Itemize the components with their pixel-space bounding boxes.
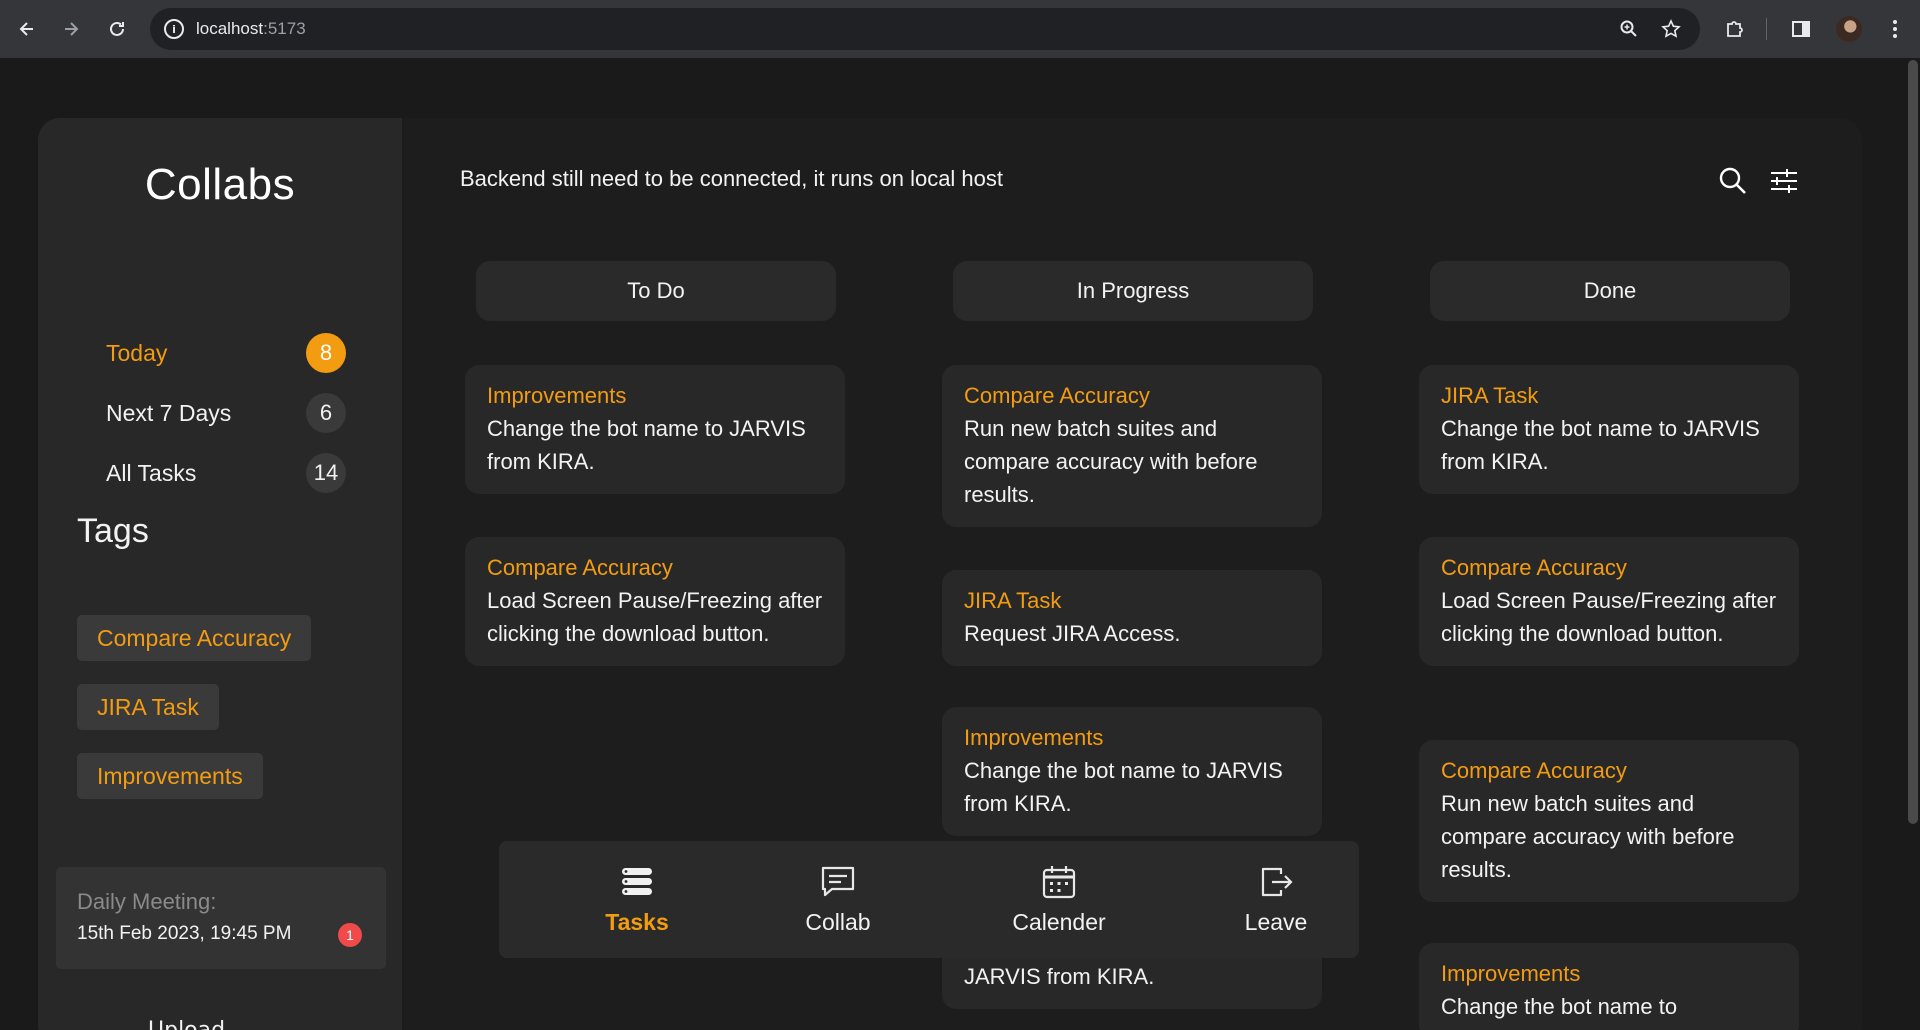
side-panel-button[interactable] [1786, 14, 1816, 44]
forward-button[interactable] [56, 14, 86, 44]
filter-label: Next 7 Days [106, 399, 232, 426]
tag-improvements[interactable]: Improvements [77, 753, 263, 799]
zoom-icon[interactable] [1618, 18, 1640, 40]
bottom-navigation: Tasks Collab Calender Leave [499, 841, 1359, 958]
filter-settings-button[interactable] [1767, 164, 1801, 198]
nav-collab[interactable]: Collab [758, 863, 918, 936]
card-text: Run new batch suites and compare accurac… [1441, 791, 1735, 882]
more-vertical-icon [1893, 20, 1897, 38]
card-text: JARVIS from KIRA. [964, 964, 1155, 989]
card-text: Request JIRA Access. [964, 621, 1181, 646]
card-text: Change the bot name to JARVIS from KIRA. [487, 416, 806, 474]
nav-label: Tasks [605, 909, 669, 935]
filter-count-badge: 14 [306, 453, 346, 493]
puzzle-icon [1727, 21, 1743, 37]
app-logo: Collabs [144, 160, 296, 209]
filter-all-tasks[interactable]: All Tasks 14 [106, 451, 346, 495]
card-text: Change the bot name to JARVIS from KIRA. [964, 758, 1283, 816]
task-card[interactable]: Compare Accuracy Run new batch suites an… [942, 365, 1322, 527]
nav-tasks[interactable]: Tasks [557, 863, 717, 936]
app-container: Collabs Today 8 Next 7 Days 6 All Tasks … [38, 118, 1862, 1030]
card-tag: Improvements [1441, 961, 1581, 986]
column-header-todo: To Do [476, 261, 836, 321]
task-card[interactable]: Improvements Change the bot name to JARV… [942, 707, 1322, 836]
profile-avatar[interactable] [1836, 16, 1862, 42]
chat-icon [819, 863, 857, 901]
card-text: Change the bot name to [1441, 994, 1678, 1019]
search-icon [1719, 167, 1746, 194]
task-card[interactable]: JIRA Task Change the bot name to JARVIS … [1419, 365, 1799, 494]
tags-heading: Tags [77, 512, 149, 550]
meeting-time: 15th Feb 2023, 19:45 PM [77, 923, 292, 944]
browser-menu-button[interactable] [1880, 14, 1910, 44]
filter-count-badge: 8 [306, 333, 346, 373]
nav-label: Collab [805, 909, 871, 935]
task-card[interactable]: JIRA Task Request JIRA Access. [942, 570, 1322, 666]
task-card[interactable]: Compare Accuracy Load Screen Pause/Freez… [465, 537, 845, 666]
notification-badge: 1 [338, 923, 362, 947]
side-panel-icon [1792, 21, 1810, 37]
nav-calender[interactable]: Calender [979, 863, 1139, 936]
toolbar-divider [1766, 18, 1767, 40]
card-tag: Compare Accuracy [964, 383, 1150, 408]
extensions-button[interactable] [1720, 14, 1750, 44]
card-text: Load Screen Pause/Freezing after clickin… [487, 588, 823, 646]
scrollbar-thumb[interactable] [1908, 60, 1918, 824]
bookmark-star-icon[interactable] [1660, 18, 1682, 40]
back-button[interactable] [12, 14, 42, 44]
reload-icon [110, 21, 124, 36]
nav-leave[interactable]: Leave [1196, 863, 1356, 936]
filter-count-badge: 6 [306, 393, 346, 433]
task-card[interactable]: Improvements Change the bot name to JARV… [465, 365, 845, 494]
filter-label: Today [106, 339, 168, 366]
sidebar-cut-off-text: Upload... [148, 1018, 246, 1030]
column-header-in-progress: In Progress [953, 261, 1313, 321]
card-tag: Compare Accuracy [1441, 758, 1627, 783]
sliders-icon [1771, 169, 1797, 193]
site-info-icon[interactable]: i [164, 19, 184, 39]
tag-jira-task[interactable]: JIRA Task [77, 684, 219, 730]
page-scrollbar[interactable] [1906, 58, 1920, 1030]
tag-compare-accuracy[interactable]: Compare Accuracy [77, 615, 312, 661]
card-text: Change the bot name to JARVIS from KIRA. [1441, 416, 1760, 474]
backend-notice: Backend still need to be connected, it r… [460, 166, 1004, 191]
card-tag: JIRA Task [964, 588, 1062, 613]
card-tag: JIRA Task [1441, 383, 1539, 408]
task-card[interactable]: Improvements Change the bot name to [1419, 943, 1799, 1030]
card-text: Load Screen Pause/Freezing after clickin… [1441, 588, 1777, 646]
daily-meeting-card[interactable]: Daily Meeting: 15th Feb 2023, 19:45 PM 1 [56, 867, 386, 969]
address-bar[interactable]: i localhost:5173 [150, 8, 1700, 50]
meeting-label: Daily Meeting: [77, 889, 217, 914]
arrow-right-icon [65, 22, 79, 36]
task-card[interactable]: Compare Accuracy Run new batch suites an… [1419, 740, 1799, 902]
card-tag: Improvements [964, 725, 1104, 750]
sidebar: Collabs Today 8 Next 7 Days 6 All Tasks … [38, 118, 402, 1030]
browser-toolbar: i localhost:5173 [0, 0, 1920, 58]
arrow-left-icon [19, 22, 33, 36]
task-card[interactable]: Compare Accuracy Load Screen Pause/Freez… [1419, 537, 1799, 666]
card-text: Run new batch suites and compare accurac… [964, 416, 1258, 507]
search-button[interactable] [1716, 164, 1750, 198]
calendar-icon [1040, 863, 1078, 901]
url-text: localhost:5173 [196, 19, 306, 38]
filter-today[interactable]: Today 8 [106, 331, 346, 375]
tasks-icon [618, 863, 656, 901]
filter-label: All Tasks [106, 459, 197, 486]
column-header-done: Done [1430, 261, 1790, 321]
filter-next-7-days[interactable]: Next 7 Days 6 [106, 391, 346, 435]
nav-label: Calender [1012, 909, 1106, 935]
card-tag: Compare Accuracy [1441, 555, 1627, 580]
card-tag: Improvements [487, 383, 627, 408]
card-tag: Compare Accuracy [487, 555, 673, 580]
nav-label: Leave [1244, 909, 1308, 935]
logout-icon [1257, 863, 1295, 901]
reload-button[interactable] [102, 14, 132, 44]
